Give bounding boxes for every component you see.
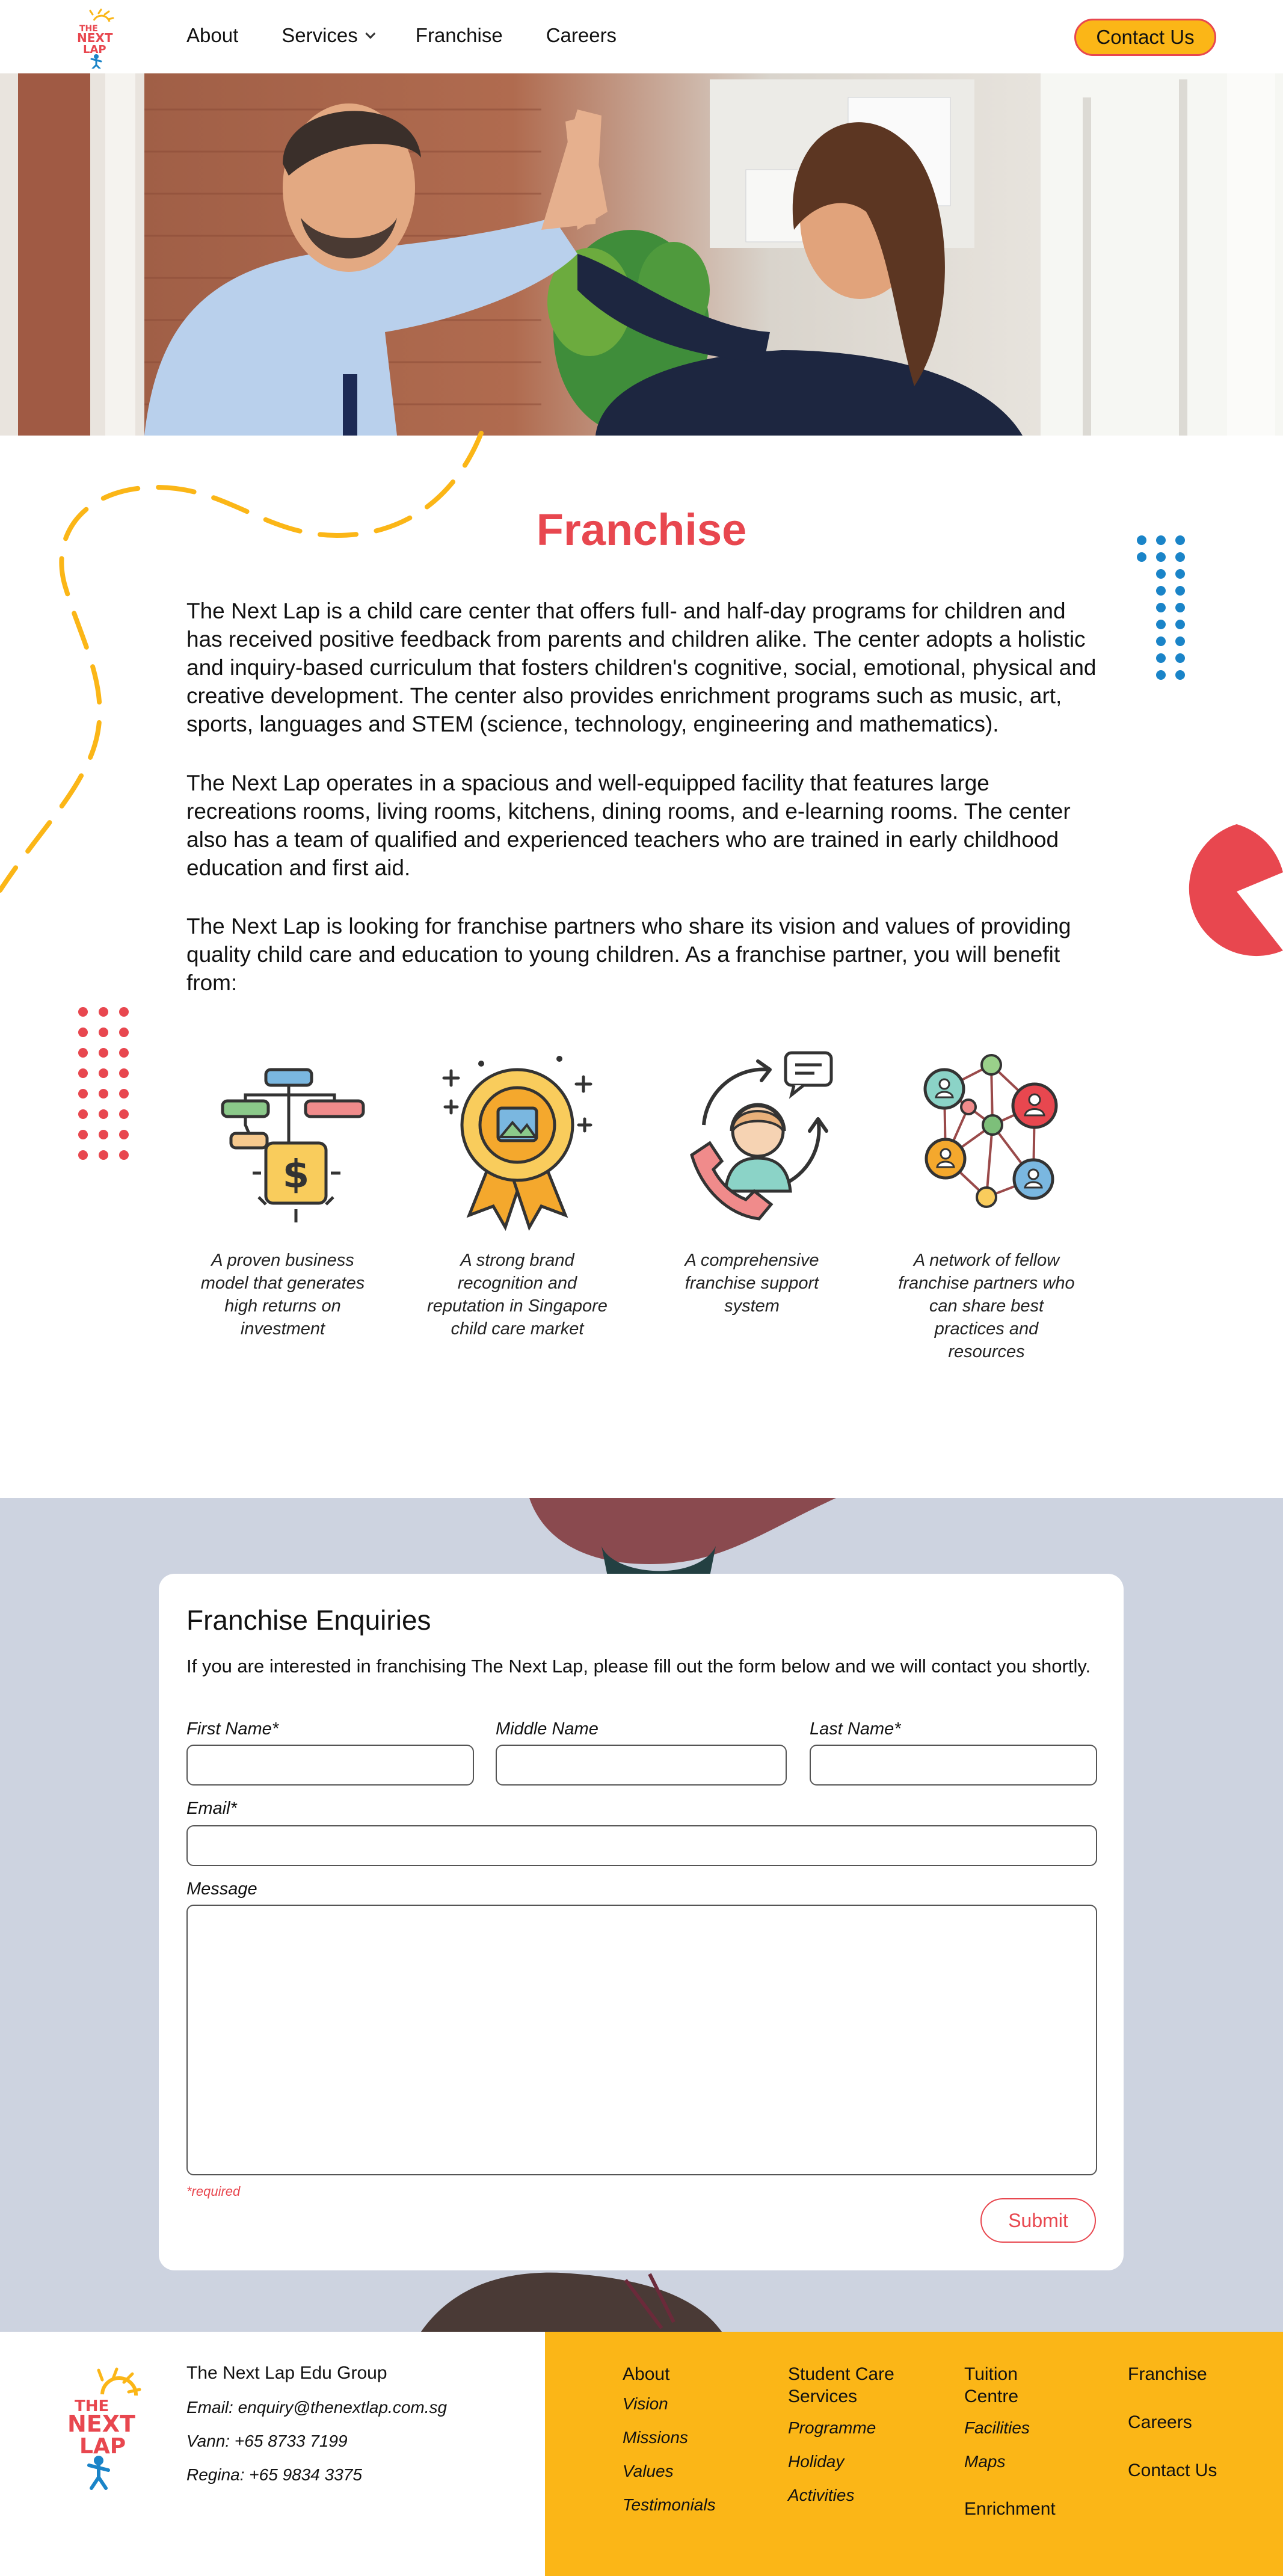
hero-photo-illustration [0, 73, 1283, 436]
intro-paragraph-1: The Next Lap is a child care center that… [186, 599, 1097, 736]
last-name-label: Last Name* [810, 1719, 901, 1739]
brand-logo[interactable]: THE NEXT LAP [75, 8, 120, 69]
benefit-text: A strong brand recognition and reputatio… [427, 1251, 608, 1339]
footer-link-values[interactable]: Values [623, 2462, 674, 2481]
nav-services-label: Services [282, 24, 358, 46]
red-pie-decoration [1189, 824, 1283, 957]
chevron-down-icon [365, 28, 376, 39]
footer-student-care-heading[interactable]: Student Care Services [788, 2363, 894, 2408]
business-model-icon: $ [221, 1068, 365, 1222]
form-title: Franchise Enquiries [186, 1604, 431, 1636]
nav-about-label: About [186, 24, 239, 46]
main-nav: About Services Franchise Careers [186, 24, 660, 47]
message-label: Message [186, 1879, 257, 1899]
footer-link-testimonials[interactable]: Testimonials [623, 2495, 716, 2515]
footer-phone-vann[interactable]: Vann: +65 8733 7199 [186, 2432, 348, 2451]
benefit-item: A comprehensive franchise support system [662, 1035, 842, 1317]
footer-link-enrichment[interactable]: Enrichment [964, 2498, 1056, 2520]
footer-about-heading[interactable]: About [623, 2363, 669, 2385]
footer-student-care-heading-line2: Services [788, 2386, 858, 2406]
page-title: Franchise [536, 505, 747, 555]
first-name-field[interactable] [186, 1745, 474, 1786]
blue-dots-decoration [1137, 535, 1185, 680]
message-field[interactable] [186, 1905, 1097, 2175]
last-name-field[interactable] [810, 1745, 1097, 1786]
footer-student-care-heading-line1: Student Care [788, 2364, 894, 2384]
email-label: Email* [186, 1799, 237, 1818]
benefit-text: A network of fellow franchise partners w… [898, 1251, 1075, 1361]
svg-text:$: $ [283, 1153, 310, 1197]
footer-link-contact-us[interactable]: Contact Us [1128, 2459, 1217, 2482]
footer-link-holiday[interactable]: Holiday [788, 2452, 844, 2471]
footer-email[interactable]: Email: enquiry@thenextlap.com.sg [186, 2398, 447, 2417]
nav-about[interactable]: About [186, 24, 238, 47]
benefits-list: $ A proven business model that generates… [186, 1035, 1107, 1372]
footer-link-facilities[interactable]: Facilities [964, 2418, 1030, 2438]
footer-link-missions[interactable]: Missions [623, 2428, 688, 2447]
required-note: *required [186, 2184, 241, 2199]
footer-logo-lap: LAP [79, 2434, 126, 2459]
red-dots-decoration [78, 1007, 129, 1160]
footer-tuition-heading[interactable]: Tuition Centre [964, 2363, 1018, 2408]
benefit-item: A strong brand recognition and reputatio… [427, 1035, 608, 1340]
footer-tuition-heading-line2: Centre [964, 2386, 1019, 2406]
intro-paragraph-2: The Next Lap operates in a spacious and … [186, 771, 1071, 880]
logo-text-lap: LAP [83, 43, 106, 56]
nav-franchise[interactable]: Franchise [416, 24, 503, 47]
intro-paragraph-3: The Next Lap is looking for franchise pa… [186, 914, 1071, 995]
footer-company-name: The Next Lap Edu Group [186, 2363, 387, 2383]
middle-name-field[interactable] [496, 1745, 787, 1786]
email-field[interactable] [186, 1825, 1097, 1866]
support-agent-icon [690, 1051, 833, 1221]
network-icon [923, 1054, 1058, 1208]
footer-link-activities[interactable]: Activities [788, 2486, 854, 2505]
footer-logo[interactable]: THE NEXT LAP [65, 2364, 143, 2491]
nav-careers[interactable]: Careers [546, 24, 617, 47]
site-header: THE NEXT LAP About Services Franchise Ca… [0, 0, 1283, 73]
nav-franchise-label: Franchise [415, 24, 503, 46]
footer-tuition-heading-line1: Tuition [964, 2364, 1018, 2384]
middle-name-label: Middle Name [496, 1719, 598, 1739]
nav-careers-label: Careers [546, 24, 617, 46]
first-name-label: First Name* [186, 1719, 279, 1739]
benefit-text: A comprehensive franchise support system [685, 1251, 819, 1316]
footer-logo-next: NEXT [67, 2411, 135, 2437]
brand-badge-icon [442, 1056, 592, 1231]
footer-link-careers[interactable]: Careers [1128, 2411, 1192, 2433]
footer-link-programme[interactable]: Programme [788, 2418, 876, 2438]
benefit-text: A proven business model that generates h… [200, 1251, 365, 1339]
footer-phone-regina[interactable]: Regina: +65 9834 3375 [186, 2465, 362, 2485]
form-intro: If you are interested in franchising The… [186, 1656, 1091, 1677]
benefit-item: A network of fellow franchise partners w… [896, 1035, 1077, 1363]
benefit-item: $ A proven business model that generates… [192, 1035, 373, 1340]
footer-link-franchise[interactable]: Franchise [1128, 2363, 1207, 2385]
contact-us-button[interactable]: Contact Us [1074, 19, 1216, 56]
submit-button[interactable]: Submit [980, 2198, 1096, 2243]
footer-link-maps[interactable]: Maps [964, 2452, 1005, 2471]
hero-image [0, 73, 1283, 436]
footer-link-vision[interactable]: Vision [623, 2394, 668, 2414]
franchise-enquiry-form: Franchise Enquiries If you are intereste… [159, 1574, 1124, 2270]
nav-services[interactable]: Services [282, 24, 376, 47]
